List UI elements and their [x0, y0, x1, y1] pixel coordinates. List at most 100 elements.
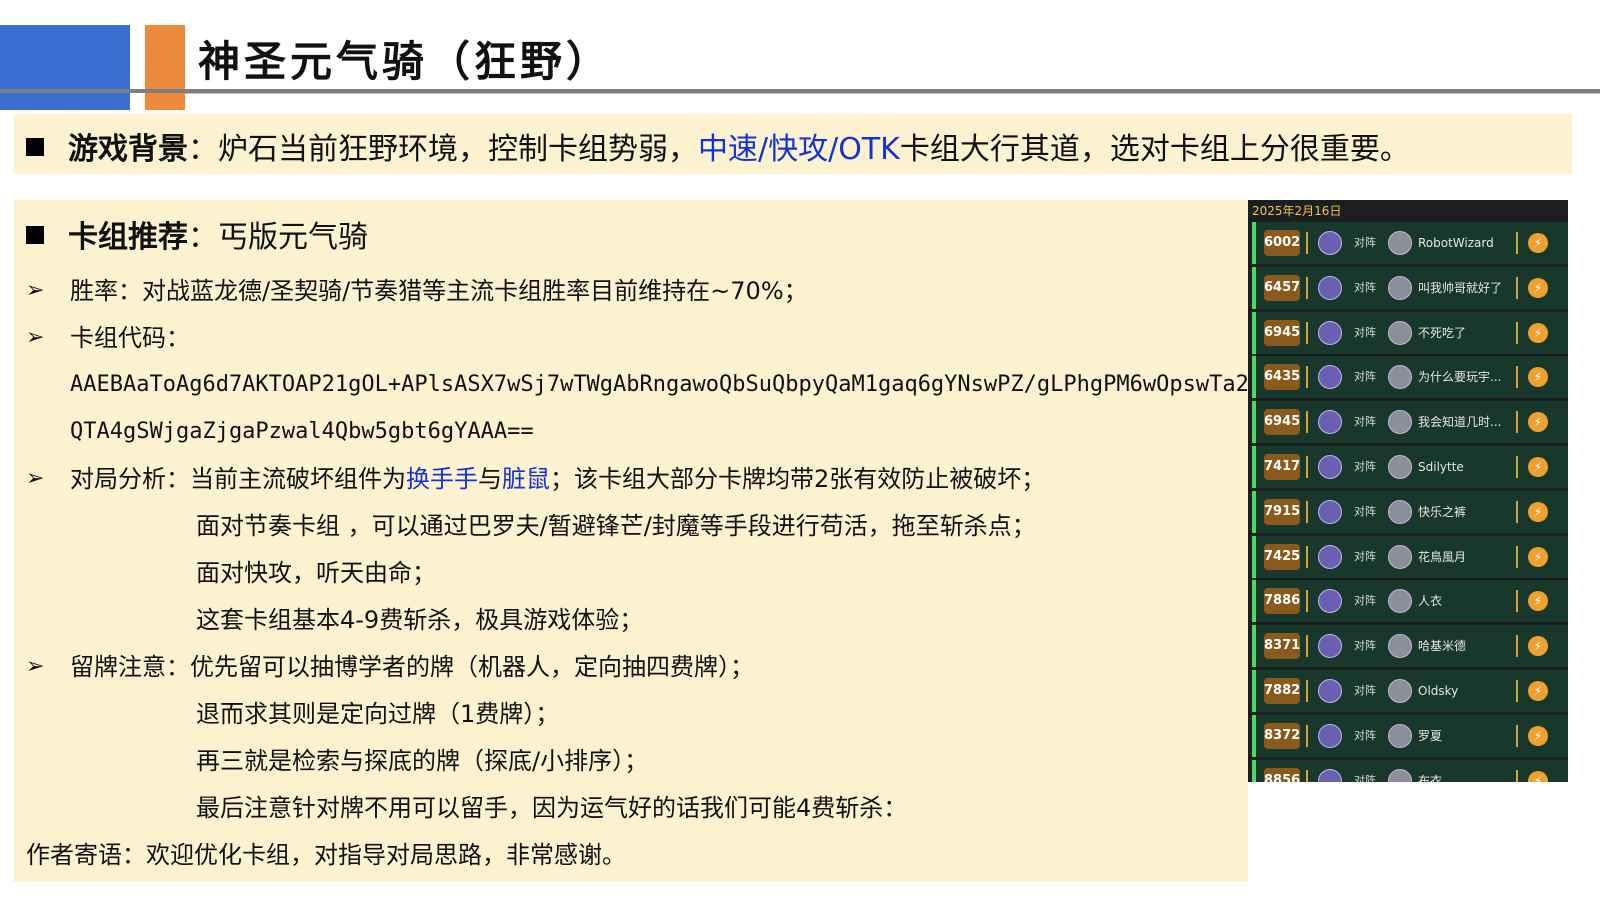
match-row[interactable]: 7882 对阵 Oldsky ⚡ [1252, 670, 1568, 712]
analysis-line-2: 面对节奏卡组 ，可以通过巴罗夫/暂避锋芒/封魔等手段进行苟活，拖至斩杀点； [196, 512, 1036, 540]
match-row[interactable]: 8372 对阵 罗夏 ⚡ [1252, 714, 1568, 757]
match-row[interactable]: 6945 对阵 我会知道几时... ⚡ [1252, 401, 1568, 444]
row-separator [1516, 411, 1518, 434]
player-avatar-icon [1318, 768, 1342, 782]
opponent-avatar-icon [1388, 231, 1412, 255]
row-separator [1306, 724, 1308, 747]
opponent-name: 布衣 [1418, 773, 1443, 782]
match-date: 2025年2月16日 [1252, 204, 1342, 218]
analysis-line-3: 面对快攻，听天由命； [196, 559, 436, 587]
vs-label: 对阵 [1354, 549, 1376, 563]
analysis-line-1: 对局分析：当前主流破坏组件为换手手与脏鼠；该卡组大部分卡牌均带2张有效防止被破坏… [70, 461, 1045, 497]
arrow-bullet-icon: ➢ [26, 466, 45, 491]
player-avatar-icon [1318, 410, 1342, 435]
match-row[interactable]: 7425 对阵 花鳥風月 ⚡ [1252, 535, 1568, 578]
row-separator [1306, 456, 1308, 478]
player-avatar-icon [1318, 231, 1342, 255]
vs-label: 对阵 [1354, 415, 1376, 429]
coin-icon: ⚡ [1528, 412, 1548, 433]
author-note: 作者寄语：欢迎优化卡组，对指导对局思路，非常感谢。 [26, 841, 626, 869]
page-title: 神圣元气骑（狂野） [198, 37, 613, 86]
row-separator [1306, 411, 1308, 434]
coin-icon: ⚡ [1528, 681, 1548, 701]
match-row[interactable]: 7886 对阵 人衣 ⚡ [1252, 580, 1568, 623]
analysis-highlight-2: 脏鼠 [502, 465, 550, 493]
analysis-mid: 与 [478, 465, 502, 493]
rank-score-badge: 6457 [1264, 274, 1300, 301]
opponent-name: 我会知道几时... [1418, 415, 1502, 430]
player-avatar-icon [1318, 455, 1342, 479]
winrate-line: 胜率：对战蓝龙德/圣契骑/节奏猎等主流卡组胜率目前维持在~70%； [70, 277, 808, 305]
row-separator [1516, 590, 1518, 613]
match-history-panel: 2025年2月16日 6002 对阵 RobotWizard ⚡ 6457 对阵 叫我帅哥就… [1248, 200, 1568, 782]
vs-label: 对阵 [1354, 280, 1376, 294]
match-row[interactable]: 6435 对阵 为什么要玩宇... ⚡ [1252, 356, 1568, 399]
rank-score-badge: 8372 [1264, 722, 1300, 749]
player-avatar-icon [1318, 275, 1342, 300]
vs-label: 对阵 [1354, 325, 1376, 339]
opponent-name: 罗夏 [1418, 728, 1443, 743]
opponent-name: 花鳥風月 [1418, 549, 1467, 564]
vs-label: 对阵 [1354, 684, 1376, 697]
vs-label: 对阵 [1354, 460, 1376, 473]
coin-icon: ⚡ [1528, 636, 1548, 657]
match-row[interactable]: 7417 对阵 Sdilytte ⚡ [1252, 446, 1568, 488]
row-separator [1516, 769, 1518, 782]
rank-score-badge: 7425 [1264, 543, 1300, 570]
player-avatar-icon [1318, 589, 1342, 614]
rank-score-badge: 8371 [1264, 633, 1300, 660]
vs-label: 对阵 [1354, 594, 1376, 608]
background-text-before: ：炉石当前狂野环境，控制卡组势弱， [188, 132, 698, 167]
mulligan-line-3: 再三就是检索与探底的牌（探底/小排序）； [196, 747, 649, 775]
opponent-avatar-icon [1388, 365, 1412, 390]
row-separator [1306, 635, 1308, 658]
opponent-name: 人衣 [1418, 594, 1443, 609]
match-row[interactable]: 8856 对阵 布衣 ⚡ [1252, 759, 1568, 782]
background-highlight: 中速/快攻/OTK [698, 132, 900, 167]
coin-icon: ⚡ [1528, 501, 1548, 522]
analysis-line-4: 这套卡组基本4-9费斩杀，极具游戏体验； [196, 606, 644, 634]
player-avatar-icon [1318, 320, 1342, 345]
analysis-suffix: ；该卡组大部分卡牌均带2张有效防止被破坏； [550, 465, 1046, 493]
row-separator [1516, 680, 1518, 702]
row-separator [1306, 500, 1308, 523]
rank-score-badge: 7886 [1264, 588, 1300, 615]
match-row[interactable]: 6002 对阵 RobotWizard ⚡ [1252, 222, 1568, 264]
row-separator [1516, 321, 1518, 344]
rank-score-badge: 7882 [1264, 678, 1300, 704]
rank-score-badge: 7915 [1264, 498, 1300, 525]
square-bullet-icon [26, 138, 44, 156]
arrow-bullet-icon: ➢ [26, 325, 45, 350]
analysis-prefix: 对局分析：当前主流破坏组件为 [70, 465, 406, 493]
coin-icon: ⚡ [1528, 277, 1548, 298]
match-row[interactable]: 6945 对阵 不死吃了 ⚡ [1252, 311, 1568, 354]
mulligan-line-1: 留牌注意：优先留可以抽博学者的牌（机器人，定向抽四费牌）； [70, 653, 754, 681]
match-row[interactable]: 8371 对阵 哈基米德 ⚡ [1252, 625, 1568, 668]
player-avatar-icon [1318, 679, 1342, 703]
arrow-bullet-icon: ➢ [26, 278, 45, 303]
match-row[interactable]: 6457 对阵 叫我帅哥就好了 ⚡ [1252, 266, 1568, 309]
opponent-avatar-icon [1388, 723, 1412, 748]
row-separator [1516, 545, 1518, 568]
row-separator [1306, 545, 1308, 568]
opponent-avatar-icon [1388, 768, 1412, 782]
opponent-avatar-icon [1388, 275, 1412, 300]
row-separator [1516, 366, 1518, 389]
opponent-name: RobotWizard [1418, 236, 1494, 250]
rank-score-badge: 6945 [1264, 409, 1300, 436]
deck-code-label: 卡组代码： [70, 324, 190, 352]
vs-label: 对阵 [1354, 370, 1376, 384]
deck-code-line-1[interactable]: AAEBAaToAg6d7AKTOAP21gOL+APlsASX7wSj7wTW… [70, 367, 1249, 403]
player-avatar-icon [1318, 365, 1342, 390]
square-bullet-icon [26, 226, 44, 244]
match-row[interactable]: 7915 对阵 快乐之裤 ⚡ [1252, 490, 1568, 533]
recommend-label: 卡组推荐 [68, 220, 188, 255]
vs-label: 对阵 [1354, 504, 1376, 518]
deck-code-line-2[interactable]: QTA4gSWjgaZjgaPzwal4Qbw5gbt6gYAAA== [70, 414, 534, 450]
opponent-avatar-icon [1388, 679, 1412, 703]
background-label: 游戏背景 [68, 132, 188, 167]
recommend-heading: 卡组推荐：丐版元气骑 [26, 216, 368, 260]
row-separator [1306, 590, 1308, 613]
vs-label: 对阵 [1354, 728, 1376, 742]
coin-icon: ⚡ [1528, 770, 1548, 782]
